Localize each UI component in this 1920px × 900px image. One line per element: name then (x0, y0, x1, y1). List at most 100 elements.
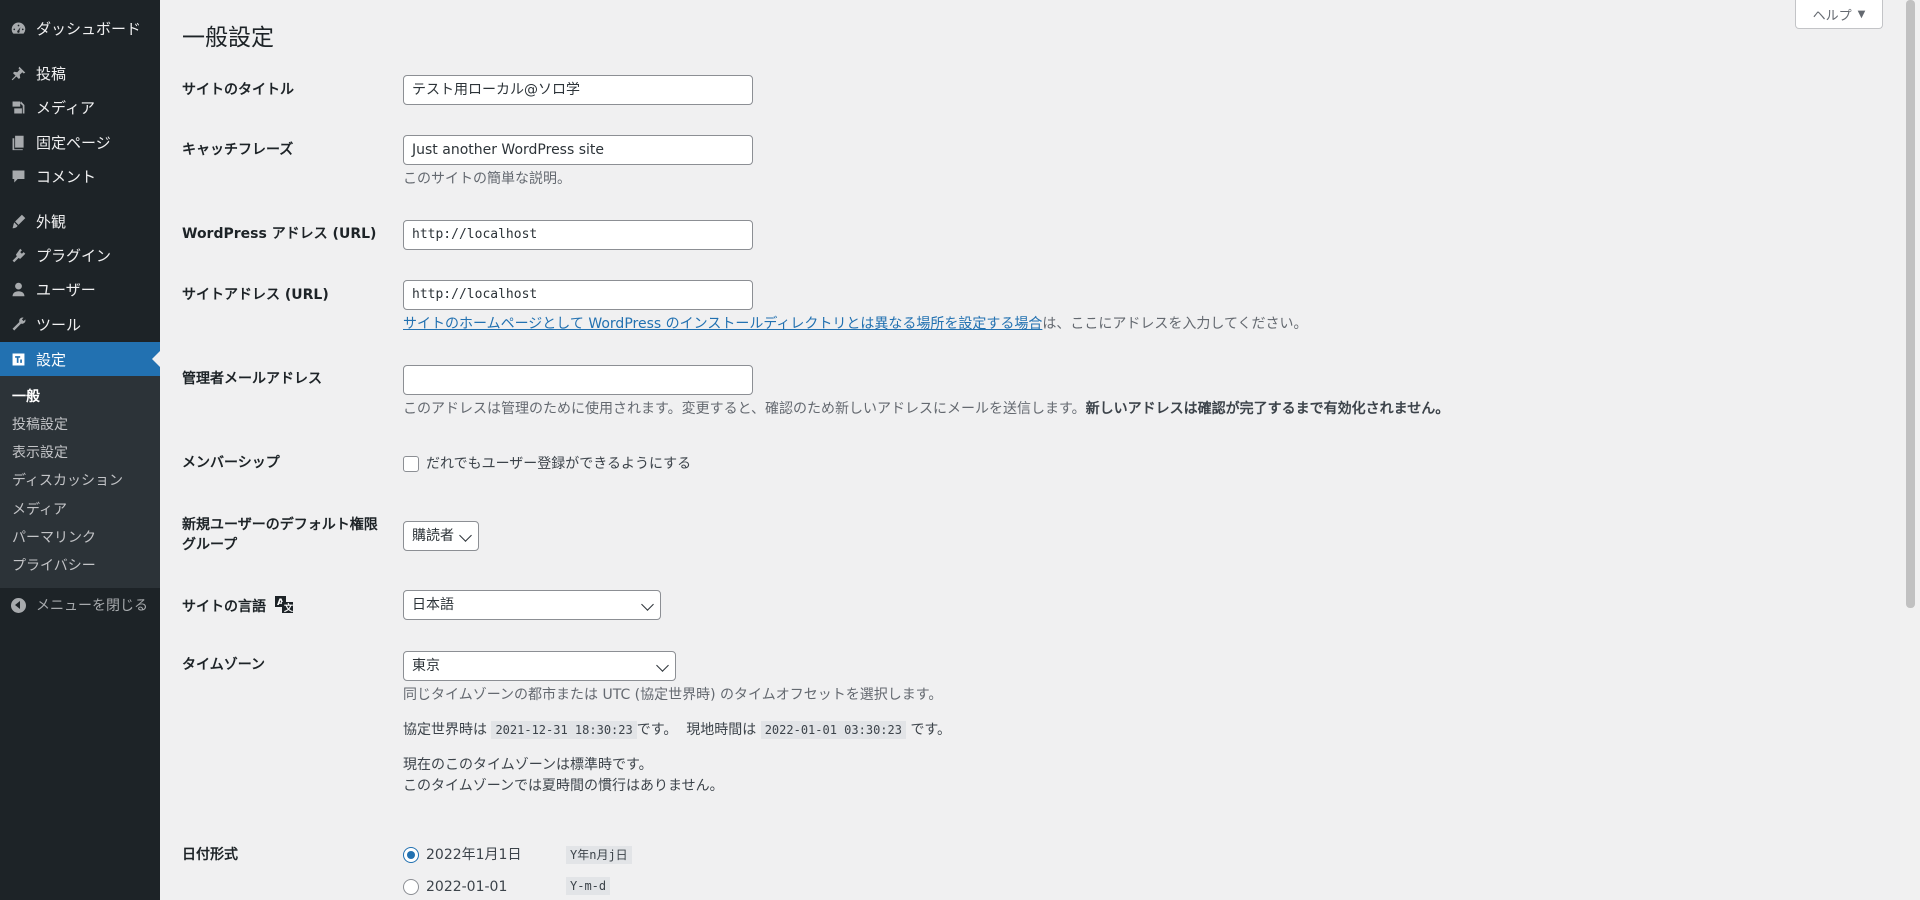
sidebar-item-pages[interactable]: 固定ページ (0, 125, 160, 159)
date-format-code-2: Y-m-d (566, 877, 611, 895)
wp-address-label: WordPress アドレス (URL) (182, 226, 377, 242)
utc-prefix: 協定世界時は (403, 722, 487, 738)
timezone-description: 同じタイムゾーンの都市または UTC (協定世界時) のタイムオフセットを選択し… (403, 687, 943, 703)
site-address-help-link[interactable]: サイトのホームページとして WordPress のインストールディレクトリとは異… (403, 316, 1042, 332)
sidebar-item-dashboard[interactable]: ダッシュボード (0, 11, 160, 45)
utc-suffix: です。 (636, 722, 678, 738)
membership-label: メンバーシップ (182, 455, 280, 471)
tagline-input[interactable]: Just another WordPress site (403, 135, 753, 165)
admin-sidebar: ダッシュボード 投稿 メディア 固定ページ コメント 外観 プラグイン ユーザー… (0, 0, 160, 900)
default-role-select[interactable]: 購読者 (403, 521, 479, 551)
sidebar-item-label: ツール (36, 315, 82, 334)
date-format-option-1[interactable]: 2022年1月1日 (426, 845, 521, 865)
page-title: 一般設定 (182, 25, 274, 51)
user-icon (0, 281, 36, 298)
local-time: 2022-01-01 03:30:23 (760, 721, 906, 739)
submenu-item-general[interactable]: 一般 (12, 384, 40, 408)
submenu-item-discussion[interactable]: ディスカッション (12, 468, 123, 492)
collapse-icon (10, 597, 26, 613)
sidebar-item-label: メディア (36, 98, 95, 117)
wrench-icon (0, 316, 36, 333)
site-address-description: サイトのホームページとして WordPress のインストールディレクトリとは異… (403, 314, 1308, 334)
collapse-menu-button[interactable]: メニューを閉じる (0, 592, 160, 618)
sidebar-item-posts[interactable]: 投稿 (0, 56, 160, 90)
pages-icon (0, 134, 36, 151)
local-suffix: です。 (910, 722, 952, 738)
date-format-radio-1[interactable] (403, 847, 419, 863)
submenu-item-privacy[interactable]: プライバシー (12, 553, 96, 577)
utc-time: 2021-12-31 18:30:23 (491, 721, 637, 739)
std-time-line2: このタイムゾーンでは夏時間の慣行はありません。 (403, 778, 724, 794)
sidebar-item-label: 設定 (36, 350, 67, 369)
language-label: サイトの言語 A文 (182, 595, 382, 619)
sidebar-item-appearance[interactable]: 外観 (0, 204, 160, 238)
admin-email-input[interactable] (403, 365, 753, 395)
site-address-label: サイトアドレス (URL) (182, 287, 329, 303)
help-tab-button[interactable]: ヘルプ ▼ (1795, 0, 1883, 29)
site-address-input[interactable]: http://localhost (403, 280, 753, 310)
appearance-icon (0, 213, 36, 230)
timezone-label: タイムゾーン (182, 657, 266, 673)
std-time-line1: 現在のこのタイムゾーンは標準時です。 (403, 757, 653, 773)
membership-checkbox-label[interactable]: だれでもユーザー登録ができるようにする (426, 454, 691, 474)
language-label-text: サイトの言語 (182, 599, 266, 615)
date-format-option-2[interactable]: 2022-01-01 (426, 877, 507, 897)
settings-icon (0, 351, 36, 368)
tagline-description: このサイトの簡単な説明。 (403, 171, 571, 187)
caret-down-icon: ▼ (1857, 8, 1866, 20)
site-title-input[interactable]: テスト用ローカル@ソロ学 (403, 75, 753, 105)
svg-text:文: 文 (283, 602, 293, 613)
dashboard-icon (0, 20, 36, 37)
date-format-code-1: Y年n月j日 (566, 846, 632, 864)
admin-email-desc-strong: 新しいアドレスは確認が完了するまで有効化されません。 (1085, 401, 1450, 417)
chevron-down-icon (656, 659, 669, 672)
translate-icon: A文 (274, 595, 294, 619)
default-role-label-line2: グループ (182, 537, 238, 553)
submenu-item-permalinks[interactable]: パーマリンク (12, 525, 96, 549)
timezone-select[interactable]: 東京 (403, 651, 676, 681)
membership-checkbox[interactable] (403, 456, 419, 472)
scrollbar-thumb[interactable] (1906, 0, 1915, 608)
active-indicator (152, 351, 160, 367)
date-format-code-1-text: Y年n月j日 (566, 846, 632, 864)
sidebar-item-plugins[interactable]: プラグイン (0, 238, 160, 272)
sidebar-item-label: ユーザー (36, 280, 96, 299)
main-content: 一般設定 ヘルプ ▼ サイトのタイトル テスト用ローカル@ソロ学 キャッチフレー… (160, 0, 1900, 900)
date-format-code-2-text: Y-m-d (566, 877, 611, 895)
chevron-down-icon (459, 529, 472, 542)
site-title-label: サイトのタイトル (182, 82, 294, 98)
pin-icon (0, 65, 36, 82)
submenu-item-writing[interactable]: 投稿設定 (12, 412, 68, 436)
tagline-label: キャッチフレーズ (182, 142, 294, 158)
sidebar-item-label: 投稿 (36, 64, 67, 83)
sidebar-item-media[interactable]: メディア (0, 90, 160, 124)
default-role-label: 新規ユーザーのデフォルト権限 グループ (182, 515, 382, 555)
admin-email-label: 管理者メールアドレス (182, 371, 322, 387)
admin-email-description: このアドレスは管理のために使用されます。変更すると、確認のため新しいアドレスにメ… (403, 399, 1449, 419)
sidebar-item-label: ダッシュボード (36, 19, 142, 38)
default-role-label-line1: 新規ユーザーのデフォルト権限 (182, 517, 378, 533)
sidebar-item-tools[interactable]: ツール (0, 307, 160, 341)
sidebar-item-users[interactable]: ユーザー (0, 272, 160, 306)
timezone-value: 東京 (412, 658, 440, 674)
date-format-radio-2[interactable] (403, 879, 419, 895)
sidebar-item-label: プラグイン (36, 246, 112, 265)
local-prefix: 現地時間は (686, 722, 757, 738)
wp-address-input[interactable]: http://localhost (403, 220, 753, 250)
default-role-value: 購読者 (412, 528, 454, 544)
comment-icon (0, 168, 36, 185)
timezone-times: 協定世界時は 2021-12-31 18:30:23 です。 現地時間は 2022… (403, 720, 951, 740)
submenu-item-reading[interactable]: 表示設定 (12, 440, 68, 464)
settings-submenu: 一般 投稿設定 表示設定 ディスカッション メディア パーマリンク プライバシー (0, 376, 160, 588)
page-scrollbar[interactable] (1900, 0, 1920, 900)
submenu-item-media[interactable]: メディア (12, 497, 67, 521)
sidebar-item-settings[interactable]: 設定 (0, 342, 160, 376)
collapse-label: メニューを閉じる (36, 598, 148, 614)
admin-email-desc-text: このアドレスは管理のために使用されます。変更すると、確認のため新しいアドレスにメ… (403, 401, 1086, 417)
language-value: 日本語 (412, 597, 454, 613)
plugin-icon (0, 247, 36, 264)
language-select[interactable]: 日本語 (403, 590, 661, 620)
date-format-label: 日付形式 (182, 847, 238, 863)
sidebar-item-comments[interactable]: コメント (0, 159, 160, 193)
sidebar-item-label: 外観 (36, 212, 67, 231)
